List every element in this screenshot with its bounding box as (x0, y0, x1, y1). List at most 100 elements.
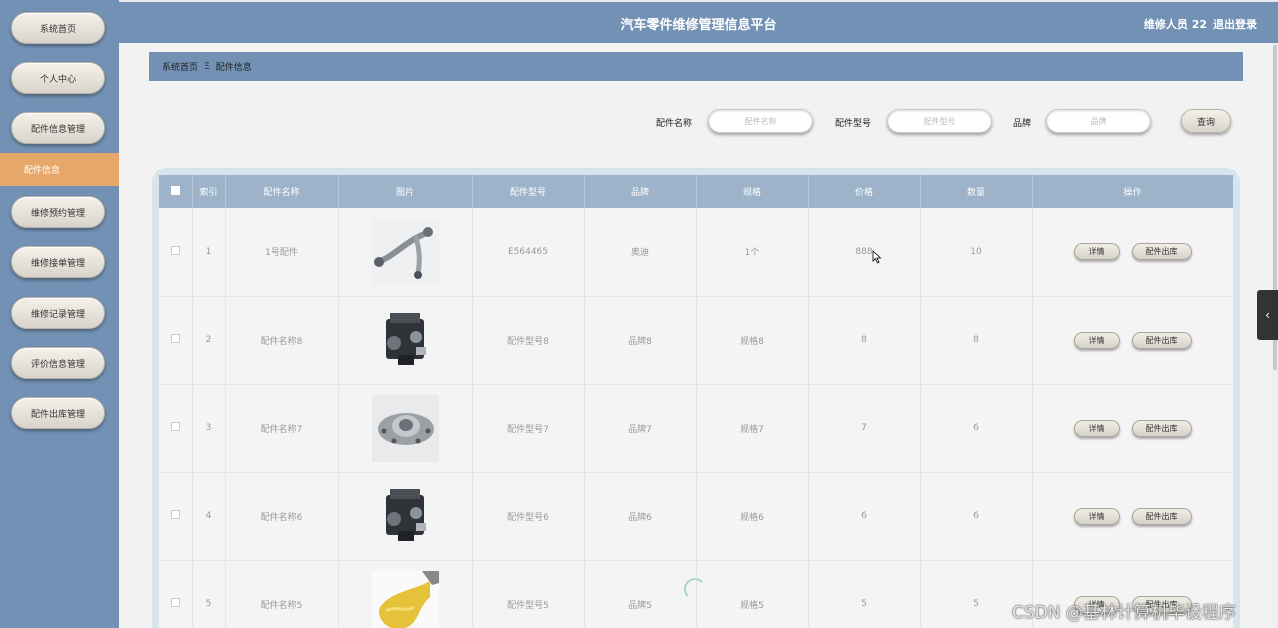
cell-model: E564465 (472, 208, 585, 297)
header-image: 图片 (338, 175, 473, 208)
side-panel-toggle[interactable]: ‹ (1257, 290, 1278, 340)
outbound-button[interactable]: 配件出库 (1131, 243, 1192, 261)
sidebar: 系统首页 个人中心 配件信息管理 配件信息 维修预约管理 维修接单管理 维修记录… (0, 0, 119, 628)
table-header-row: 索引 配件名称 图片 配件型号 品牌 规格 价格 数量 操作 (159, 175, 1233, 208)
cell-image (338, 560, 473, 628)
table-row: 2 配件名称8 配件型号8 品牌8 规格8 8 8 详情 配件出库 (159, 296, 1233, 385)
nav-personal-center-button[interactable]: 个人中心 (11, 62, 105, 94)
cell-image (338, 472, 473, 561)
cell-brand: 品牌5 (584, 560, 697, 628)
cell-model: 配件型号6 (472, 472, 585, 561)
nav-parts-management-label: 配件信息管理 (30, 124, 85, 135)
part-image (371, 482, 439, 550)
cell-ops: 详情 配件出库 (1032, 384, 1233, 473)
cell-price: 8 (808, 296, 921, 385)
cell-index: 3 (192, 384, 226, 473)
cell-price: 6 (808, 472, 921, 561)
table-row: 1 1号配件 E564465 奥迪 1个 888 10 详情 配件出库 (159, 208, 1233, 297)
cell-index: 2 (192, 296, 226, 385)
nav-repair-booking-button[interactable]: 维修预约管理 (11, 196, 105, 228)
search-name-label: 配件名称 (656, 119, 693, 129)
part-image (371, 306, 439, 374)
cell-image (338, 384, 473, 473)
checkbox-icon (170, 510, 180, 519)
header-bar: 汽车零件维修管理信息平台 维修人员 22 退出登录 (119, 0, 1278, 43)
detail-button[interactable]: 详情 (1073, 331, 1120, 349)
loading-spinner-icon (684, 578, 706, 600)
cell-ops: 详情 配件出库 (1032, 472, 1233, 561)
user-area: 维修人员 22 退出登录 (1144, 16, 1257, 32)
nav-review-button[interactable]: 评价信息管理 (11, 347, 105, 379)
search-name-input[interactable] (708, 109, 813, 133)
search-model-label: 配件型号 (835, 119, 872, 129)
part-image (371, 218, 439, 286)
row-checkbox[interactable] (159, 472, 193, 561)
breadcrumb-home[interactable]: 系统首页 (162, 60, 198, 73)
row-checkbox[interactable] (159, 208, 193, 297)
search-model-input[interactable] (887, 109, 992, 133)
nav-home-button[interactable]: 系统首页 (11, 12, 105, 44)
nav-repair-record-button[interactable]: 维修记录管理 (11, 297, 105, 329)
nav-repair-booking-label: 维修预约管理 (30, 208, 85, 219)
cell-spec: 规格7 (696, 384, 809, 473)
breadcrumb: 系统首页 Ξ 配件信息 (149, 52, 1243, 81)
row-checkbox[interactable] (159, 296, 193, 385)
nav-parts-management-button[interactable]: 配件信息管理 (11, 112, 105, 144)
checkbox-icon (170, 334, 180, 343)
select-all-checkbox[interactable] (159, 175, 193, 208)
cell-spec: 规格6 (696, 472, 809, 561)
user-name: 维修人员 22 (1143, 18, 1207, 31)
cell-name: 配件名称8 (225, 296, 339, 385)
cell-name: 配件名称7 (225, 384, 339, 473)
nav-repair-order-button[interactable]: 维修接单管理 (11, 246, 105, 278)
row-checkbox[interactable] (159, 560, 193, 628)
detail-button[interactable]: 详情 (1073, 243, 1120, 261)
cell-price: 5 (808, 560, 921, 628)
checkbox-icon (170, 245, 180, 255)
outbound-button[interactable]: 配件出库 (1131, 419, 1192, 437)
outbound-button[interactable]: 配件出库 (1131, 507, 1192, 525)
row-checkbox[interactable] (159, 384, 193, 473)
table-row: 3 配件名称7 配件型号7 品牌7 规格7 7 6 详情 配件出库 (159, 384, 1233, 473)
logout-link[interactable]: 退出登录 (1213, 16, 1257, 32)
header-name: 配件名称 (225, 175, 339, 208)
cell-qty: 6 (920, 472, 1033, 561)
cell-ops: 详情 配件出库 (1032, 296, 1233, 385)
cell-model: 配件型号7 (472, 384, 585, 473)
cell-price: 7 (808, 384, 921, 473)
cell-model: 配件型号5 (472, 560, 585, 628)
parts-table: 索引 配件名称 图片 配件型号 品牌 规格 价格 数量 操作 1 1号配件 E564… (159, 175, 1233, 628)
nav-home-label: 系统首页 (39, 24, 76, 35)
mouse-cursor-icon (872, 250, 882, 264)
part-image (371, 570, 439, 628)
app-title: 汽车零件维修管理信息平台 (620, 18, 777, 33)
cell-brand: 奥迪 (584, 208, 697, 297)
cell-spec: 规格8 (696, 296, 809, 385)
checkbox-icon (170, 185, 180, 195)
parts-table-container: 索引 配件名称 图片 配件型号 品牌 规格 价格 数量 操作 1 1号配件 E564… (159, 175, 1233, 628)
chevron-left-icon: ‹ (1265, 308, 1270, 322)
breadcrumb-current: 配件信息 (215, 63, 252, 73)
nav-parts-info-item[interactable]: 配件信息 (0, 153, 119, 186)
cell-index: 1 (192, 208, 226, 297)
search-brand-input[interactable] (1046, 109, 1151, 133)
nav-parts-outbound-label: 配件出库管理 (30, 409, 85, 420)
cell-qty: 8 (920, 296, 1033, 385)
cell-image (338, 208, 473, 297)
breadcrumb-separator-icon: Ξ (204, 61, 210, 72)
header-ops: 操作 (1032, 175, 1233, 208)
checkbox-icon (170, 598, 180, 607)
cell-brand: 品牌8 (584, 296, 697, 385)
cell-index: 5 (192, 560, 226, 628)
cell-spec: 规格5 (696, 560, 809, 628)
nav-parts-outbound-button[interactable]: 配件出库管理 (11, 397, 105, 429)
search-brand-label: 品牌 (1013, 119, 1032, 129)
cell-index: 4 (192, 472, 226, 561)
nav-review-label: 评价信息管理 (30, 359, 85, 370)
outbound-button[interactable]: 配件出库 (1131, 331, 1192, 349)
cell-ops: 详情 配件出库 (1032, 208, 1233, 297)
header-index: 索引 (192, 175, 226, 208)
detail-button[interactable]: 详情 (1073, 507, 1120, 525)
detail-button[interactable]: 详情 (1073, 419, 1120, 437)
query-button[interactable]: 查询 (1181, 109, 1231, 133)
